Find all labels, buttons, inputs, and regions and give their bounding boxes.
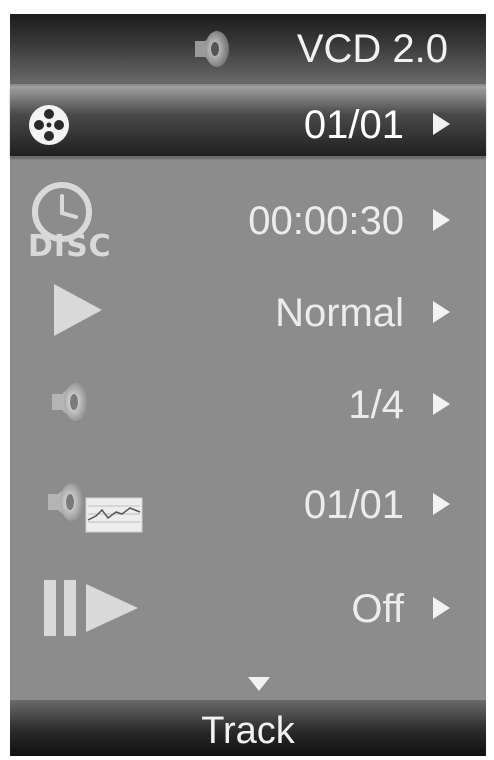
film-reel-icon (29, 105, 69, 145)
speaker-icon (52, 383, 88, 421)
menu-value: Off (351, 587, 404, 631)
menu-row-audio-track[interactable]: 01/01 (10, 470, 486, 540)
header-bar: VCD 2.0 (10, 14, 486, 84)
disc-icon-text: DISC (28, 229, 112, 260)
right-arrow-icon[interactable] (433, 493, 450, 515)
right-arrow-icon[interactable] (433, 597, 450, 619)
menu-value: 1/4 (348, 383, 404, 427)
speaker-icon (195, 31, 229, 67)
footer-bar: Track (10, 700, 486, 756)
footer-label: Track (201, 710, 295, 752)
right-arrow-icon[interactable] (433, 209, 450, 231)
menu-row-pause-play[interactable]: Off (10, 570, 486, 640)
menu-row-audio[interactable]: 1/4 (10, 370, 486, 440)
menu-value: 00:00:30 (248, 199, 404, 243)
clock-disc-icon: DISC (28, 182, 112, 260)
right-arrow-icon[interactable] (433, 393, 450, 415)
right-arrow-icon[interactable] (433, 113, 450, 135)
menu-row-time[interactable]: DISC 00:00:30 (10, 182, 486, 260)
settings-panel: VCD 2.0 01/01 DISC 00:00:30 Normal 1/4 0… (10, 14, 486, 756)
right-arrow-icon[interactable] (433, 301, 450, 323)
disc-type-title: VCD 2.0 (296, 27, 448, 71)
menu-row-play-mode[interactable]: Normal (10, 278, 486, 348)
audio-waveform-icon (48, 483, 143, 533)
down-arrow-icon[interactable] (248, 677, 270, 691)
menu-value: Normal (275, 291, 404, 335)
pause-play-icon (44, 580, 138, 636)
menu-row-title[interactable]: 01/01 (10, 86, 486, 156)
play-icon (54, 284, 102, 336)
menu-value: 01/01 (303, 483, 404, 527)
menu-value: 01/01 (303, 103, 404, 147)
